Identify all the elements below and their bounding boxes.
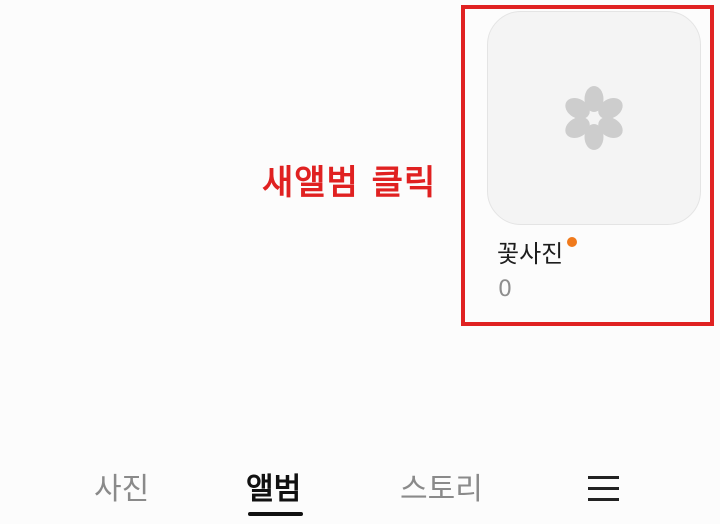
album-name-row: 꽃사진	[497, 236, 578, 272]
album-item-count: 0	[498, 277, 512, 302]
active-tab-indicator	[248, 512, 303, 516]
instruction-annotation: 새앨범 클릭	[262, 163, 437, 203]
tab-albums[interactable]: 앨범	[246, 468, 301, 512]
new-badge-dot	[567, 237, 578, 247]
tab-photos[interactable]: 사진	[94, 468, 149, 512]
album-thumbnail[interactable]	[487, 11, 701, 225]
album-card[interactable]: 꽃사진 0	[487, 11, 701, 302]
album-name: 꽃사진	[497, 240, 564, 268]
bottom-tab-bar: 사진 앨범 스토리	[0, 460, 720, 524]
hamburger-menu-icon[interactable]	[588, 472, 620, 504]
flower-icon	[565, 86, 623, 150]
tab-stories[interactable]: 스토리	[400, 468, 483, 512]
